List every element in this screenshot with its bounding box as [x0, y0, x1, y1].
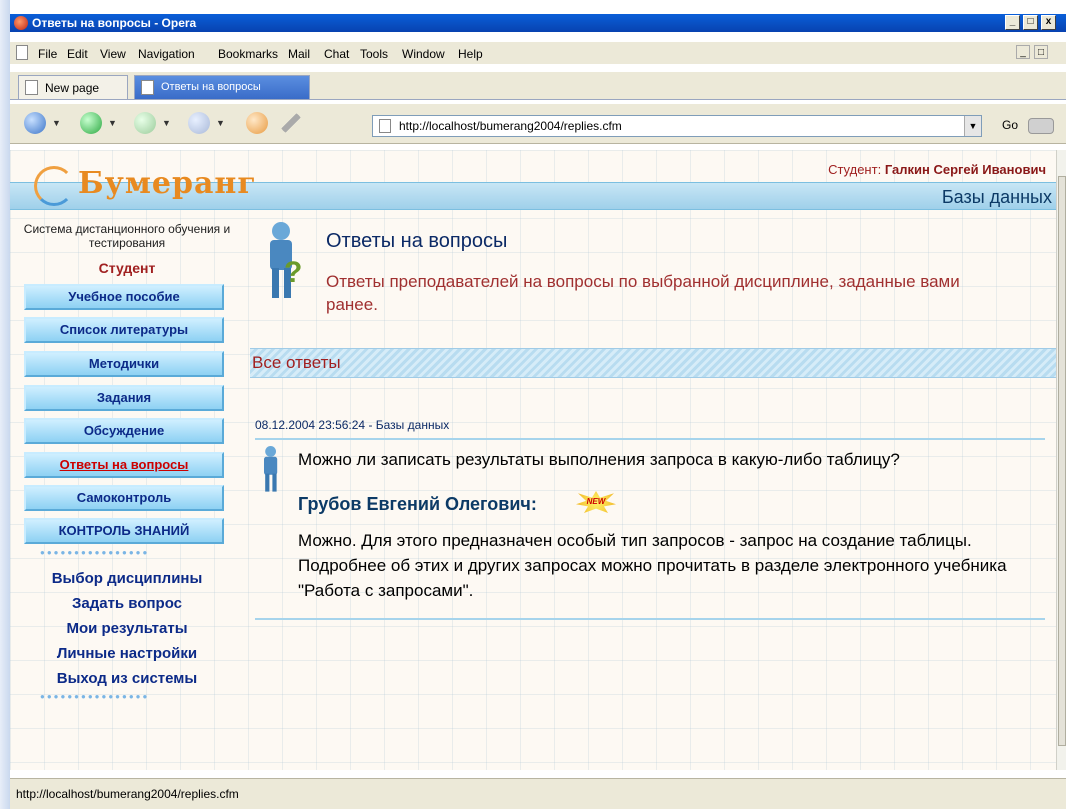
section-title: Все ответы	[252, 353, 341, 372]
nav-replies-button[interactable]: Ответы на вопросы	[24, 452, 224, 478]
go-button[interactable]: Go	[1002, 118, 1018, 132]
menu-help[interactable]: Help	[458, 47, 483, 61]
tab-new-page[interactable]: New page	[18, 75, 128, 99]
nav-selfcheck-button[interactable]: Самоконтроль	[24, 485, 224, 511]
role-label: Студент	[98, 260, 156, 276]
answer-text: Можно. Для этого предназначен особый тип…	[298, 531, 1007, 600]
menu-bar: File Edit View Navigation Bookmarks Mail…	[10, 42, 1066, 64]
boomerang-icon	[34, 166, 74, 206]
navigation-toolbar: ▼ ▼ ▼ ▼ http://localhost/bumerang2004/re…	[10, 104, 1066, 144]
message-meta: 08.12.2004 23:56:24 - Базы данных	[255, 418, 450, 432]
window-titlebar: Ответы на вопросы - Opera _ □ x	[10, 14, 1066, 32]
menu-window[interactable]: Window	[402, 47, 445, 61]
fast-forward-icon[interactable]	[188, 112, 210, 134]
opera-logo-icon	[14, 16, 28, 30]
link-ask-question[interactable]: Задать вопрос	[22, 595, 232, 612]
page-icon	[141, 80, 154, 95]
logo[interactable]: Бумеранг	[34, 162, 257, 208]
divider	[255, 618, 1045, 620]
nav-textbook-button[interactable]: Учебное пособие	[24, 284, 224, 310]
main-content: ? Ответы на вопросы Ответы преподавателе…	[250, 210, 1056, 770]
address-field[interactable]: http://localhost/bumerang2004/replies.cf…	[372, 115, 982, 137]
divider-dots: ●●●●●●●●●●●●●●●●	[40, 548, 150, 557]
vertical-scrollbar[interactable]	[1056, 150, 1066, 770]
divider	[255, 438, 1045, 440]
rewind-icon[interactable]	[24, 112, 46, 134]
person-icon	[258, 446, 286, 494]
address-dropdown-icon[interactable]: ▼	[964, 116, 981, 136]
menu-tools[interactable]: Tools	[360, 47, 388, 61]
nav-discussion-button[interactable]: Обсуждение	[24, 418, 224, 444]
section-header: Все ответы	[250, 348, 1056, 378]
window-title: Ответы на вопросы - Opera	[32, 16, 197, 30]
tab-label: Ответы на вопросы	[161, 81, 261, 93]
subject-title: Базы данных	[941, 187, 1052, 207]
link-logout[interactable]: Выход из системы	[22, 670, 232, 687]
back-icon[interactable]	[80, 112, 102, 134]
nav-tasks-button[interactable]: Задания	[24, 385, 224, 411]
menu-edit[interactable]: Edit	[67, 47, 88, 61]
tagline: Система дистанционного обучения и тестир…	[23, 222, 231, 250]
page-icon	[25, 80, 38, 95]
page-title: Ответы на вопросы	[326, 230, 508, 252]
link-my-results[interactable]: Мои результаты	[22, 620, 232, 637]
forward-icon[interactable]	[134, 112, 156, 134]
question-figure-icon: ?	[260, 222, 306, 302]
chevron-down-icon[interactable]: ▼	[216, 118, 225, 128]
page-icon	[16, 45, 28, 60]
menu-file[interactable]: File	[38, 47, 57, 61]
desktop-edge	[0, 0, 10, 809]
menu-bookmarks[interactable]: Bookmarks	[218, 47, 278, 61]
new-badge-icon: NEW	[576, 491, 616, 513]
link-personal-settings[interactable]: Личные настройки	[22, 645, 232, 662]
chevron-down-icon[interactable]: ▼	[52, 118, 61, 128]
menu-mail[interactable]: Mail	[288, 47, 310, 61]
nav-literature-button[interactable]: Список литературы	[24, 317, 224, 343]
page-description: Ответы преподавателей на вопросы по выбр…	[326, 272, 960, 314]
edit-icon[interactable]	[280, 112, 302, 134]
mdi-restore-button[interactable]: □	[1034, 45, 1048, 59]
chevron-down-icon[interactable]: ▼	[162, 118, 171, 128]
close-button[interactable]: x	[1041, 15, 1056, 30]
page-icon	[379, 119, 391, 133]
nav-knowledge-control-button[interactable]: КОНТРОЛЬ ЗНАНИЙ	[24, 518, 224, 544]
mdi-minimize-button[interactable]: _	[1016, 45, 1030, 59]
address-text[interactable]: http://localhost/bumerang2004/replies.cf…	[399, 119, 622, 133]
reload-icon[interactable]	[246, 112, 268, 134]
chevron-down-icon[interactable]: ▼	[108, 118, 117, 128]
page-content: Студент: Галкин Сергей Иванович Базы дан…	[10, 150, 1056, 770]
logo-text: Бумеранг	[78, 166, 257, 201]
status-bar: http://localhost/bumerang2004/replies.cf…	[10, 778, 1066, 809]
question-text: Можно ли записать результаты выполнения …	[298, 450, 900, 469]
status-text: http://localhost/bumerang2004/replies.cf…	[16, 787, 239, 801]
camera-icon[interactable]	[1028, 118, 1054, 134]
minimize-button[interactable]: _	[1005, 15, 1020, 30]
tab-label: New page	[45, 81, 100, 95]
tab-replies[interactable]: Ответы на вопросы	[134, 75, 310, 99]
scrollbar-thumb[interactable]	[1058, 176, 1066, 746]
menu-chat[interactable]: Chat	[324, 47, 349, 61]
tab-bar: New page Ответы на вопросы	[10, 72, 1066, 100]
divider-dots: ●●●●●●●●●●●●●●●●	[40, 692, 150, 701]
student-name: Галкин Сергей Иванович	[884, 162, 1046, 177]
menu-navigation[interactable]: Navigation	[138, 47, 195, 61]
answer-author: Грубов Евгений Олегович:	[298, 494, 537, 514]
nav-methods-button[interactable]: Методички	[24, 351, 224, 377]
link-choose-discipline[interactable]: Выбор дисциплины	[22, 570, 232, 587]
student-prefix: Студент:	[828, 162, 882, 177]
maximize-button[interactable]: □	[1023, 15, 1038, 30]
student-info: Студент: Галкин Сергей Иванович	[828, 162, 1046, 177]
menu-view[interactable]: View	[100, 47, 126, 61]
